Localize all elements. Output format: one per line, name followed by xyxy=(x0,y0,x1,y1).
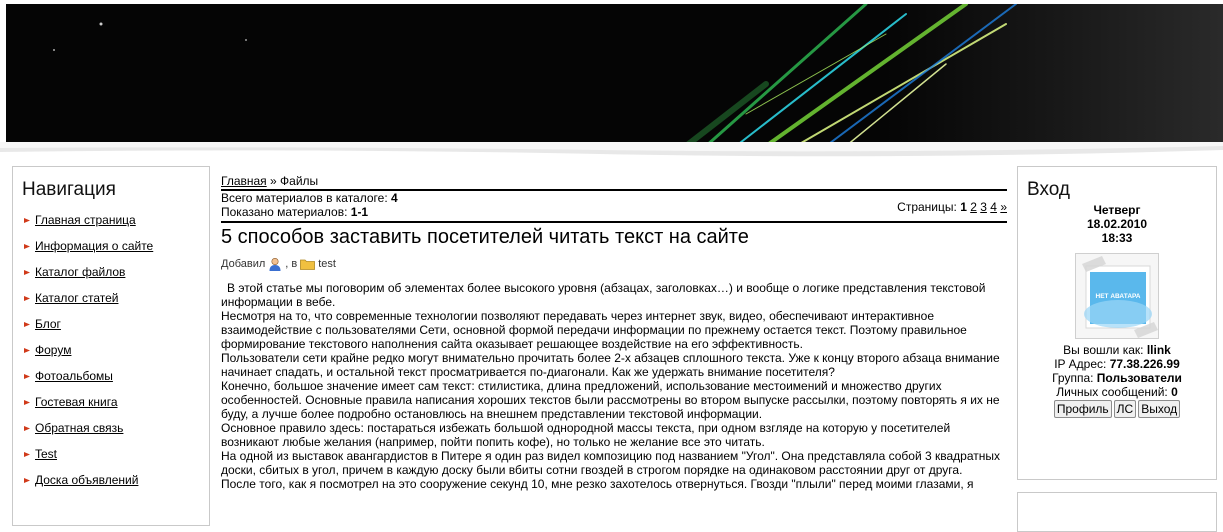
avatar: НЕТ АВАТАРА xyxy=(1075,253,1159,339)
article-body: В этой статье мы поговорим об элементах … xyxy=(221,281,1007,491)
nav-item: Каталог файлов xyxy=(22,263,209,289)
nav-link[interactable]: Доска объявлений xyxy=(35,473,138,487)
nav-link[interactable]: Обратная связь xyxy=(35,421,123,435)
pagination-page-link[interactable]: 3 xyxy=(980,200,987,214)
nav-item: Обратная связь xyxy=(22,419,209,445)
pagination-next-link[interactable]: » xyxy=(1000,200,1007,214)
breadcrumb-home-link[interactable]: Главная xyxy=(221,174,267,188)
catalog-total: Всего материалов в каталоге: 4 xyxy=(221,191,1007,205)
login-day: Четверг xyxy=(1093,203,1141,217)
article-paragraph: В этой статье мы поговорим об элементах … xyxy=(221,281,986,309)
added-by-label: Добавил xyxy=(221,258,266,270)
arrow-bullet-icon xyxy=(24,478,30,483)
group-value: Пользователи xyxy=(1096,371,1182,385)
arrow-bullet-icon xyxy=(24,218,30,223)
nav-item: Гостевая книга xyxy=(22,393,209,419)
article-title: 5 способов заставить посетителей читать … xyxy=(221,226,749,248)
catalog-total-value: 4 xyxy=(391,191,398,205)
arrow-bullet-icon xyxy=(24,270,30,275)
catalog-total-label: Всего материалов в каталоге: xyxy=(221,191,391,205)
login-info: Четверг 18.02.2010 18:33 НЕТ АВАТАРА Вы … xyxy=(1018,203,1216,418)
pagination-current-page: 1 xyxy=(960,200,967,214)
pm-count: 0 xyxy=(1171,385,1178,399)
nav-item: Доска объявлений xyxy=(22,471,209,497)
arrow-bullet-icon xyxy=(24,452,30,457)
header-wave-divider xyxy=(0,142,1223,157)
nav-link[interactable]: Фотоальбомы xyxy=(35,369,113,383)
user-group: Группа: Пользователи xyxy=(1018,371,1216,385)
nav-item: Информация о сайте xyxy=(22,237,209,263)
no-avatar-image: НЕТ АВАТАРА xyxy=(1082,256,1158,338)
user-icon xyxy=(269,257,281,271)
nav-link[interactable]: Каталог файлов xyxy=(35,265,125,279)
article-paragraph: Несмотря на то, что современные технолог… xyxy=(221,309,967,351)
article-paragraph: На одной из выставок авангардистов в Пит… xyxy=(221,449,1001,477)
nav-link[interactable]: Каталог статей xyxy=(35,291,118,305)
pagination: Страницы: 1 2 3 4 » xyxy=(897,200,1007,214)
username: llink xyxy=(1146,343,1171,357)
catalog-shown-label: Показано материалов: xyxy=(221,205,351,219)
pagination-label: Страницы: xyxy=(897,200,961,214)
arrow-bullet-icon xyxy=(24,374,30,379)
nav-link[interactable]: Форум xyxy=(35,343,71,357)
login-title: Вход xyxy=(1027,179,1070,200)
in-category-label: , в xyxy=(285,258,298,270)
nav-link[interactable]: Test xyxy=(35,447,57,461)
group-label: Группа: xyxy=(1052,371,1097,385)
nav-item: Фотоальбомы xyxy=(22,367,209,393)
article-byline: Добавил , в test xyxy=(221,255,1007,273)
nav-item: Test xyxy=(22,445,209,471)
logged-as-label: Вы вошли как: xyxy=(1063,343,1147,357)
login-panel: Вход Четверг 18.02.2010 18:33 НЕТ АВАТАР… xyxy=(1017,166,1217,480)
article-category[interactable]: test xyxy=(318,258,336,270)
nav-link[interactable]: Блог xyxy=(35,317,61,331)
nav-item: Блог xyxy=(22,315,209,341)
catalog-shown-value: 1-1 xyxy=(350,205,369,219)
breadcrumb: Главная » Файлы xyxy=(221,174,1007,188)
nav-link[interactable]: Главная страница xyxy=(35,213,136,227)
navigation-panel: Навигация Главная страница Информация о с… xyxy=(12,166,210,526)
nav-item: Главная страница xyxy=(22,211,209,237)
breadcrumb-separator: » xyxy=(266,174,281,188)
login-time: 18:33 xyxy=(1101,231,1133,245)
article-paragraph: Пользователи сети крайне редко могут вни… xyxy=(221,351,1000,379)
breadcrumb-current: Файлы xyxy=(280,174,319,188)
arrow-bullet-icon xyxy=(24,322,30,327)
nav-item: Форум xyxy=(22,341,209,367)
arrow-bullet-icon xyxy=(24,348,30,353)
ip-address: IP Адрес: 77.38.226.99 xyxy=(1018,357,1216,371)
pagination-page-link[interactable]: 4 xyxy=(990,200,997,214)
ip-label: IP Адрес: xyxy=(1054,357,1110,371)
arrow-bullet-icon xyxy=(24,400,30,405)
nav-link[interactable]: Гостевая книга xyxy=(35,395,118,409)
private-messages: Личных сообщений: 0 xyxy=(1018,385,1216,399)
header-banner xyxy=(6,4,1223,146)
article-paragraph: Конечно, большое значение имеет сам текс… xyxy=(221,379,1000,421)
main-content: Главная » Файлы Всего материалов в катал… xyxy=(221,174,1007,491)
banner-light-streaks-graphic xyxy=(6,4,1223,146)
logged-as: Вы вошли как: llink xyxy=(1018,343,1216,357)
login-buttons: Профиль ЛС Выход xyxy=(1018,400,1216,418)
secondary-panel xyxy=(1017,492,1217,532)
article-paragraph: Основное правило здесь: постараться избе… xyxy=(221,421,951,449)
catalog-meta: Всего материалов в каталоге: 4 Показано … xyxy=(221,191,1007,221)
private-messages-button[interactable]: ЛС xyxy=(1113,400,1137,418)
login-date: 18.02.2010 xyxy=(1086,217,1148,231)
arrow-bullet-icon xyxy=(24,244,30,249)
arrow-bullet-icon xyxy=(24,296,30,301)
article-paragraph: После того, как я посмотрел на это соору… xyxy=(221,477,974,491)
avatar-placeholder-text: НЕТ АВАТАРА xyxy=(1096,293,1141,300)
nav-link[interactable]: Информация о сайте xyxy=(35,239,153,253)
folder-icon xyxy=(300,259,316,270)
logout-button[interactable]: Выход xyxy=(1138,400,1181,418)
catalog-shown: Показано материалов: 1-1 xyxy=(221,205,1007,219)
navigation-list: Главная страница Информация о сайте Катало… xyxy=(13,211,209,497)
arrow-bullet-icon xyxy=(24,426,30,431)
pagination-page-link[interactable]: 2 xyxy=(970,200,977,214)
nav-item: Каталог статей xyxy=(22,289,209,315)
pm-label: Личных сообщений: xyxy=(1056,385,1172,399)
navigation-title: Навигация xyxy=(22,179,116,200)
profile-button[interactable]: Профиль xyxy=(1053,400,1112,418)
ip-value: 77.38.226.99 xyxy=(1109,357,1180,371)
